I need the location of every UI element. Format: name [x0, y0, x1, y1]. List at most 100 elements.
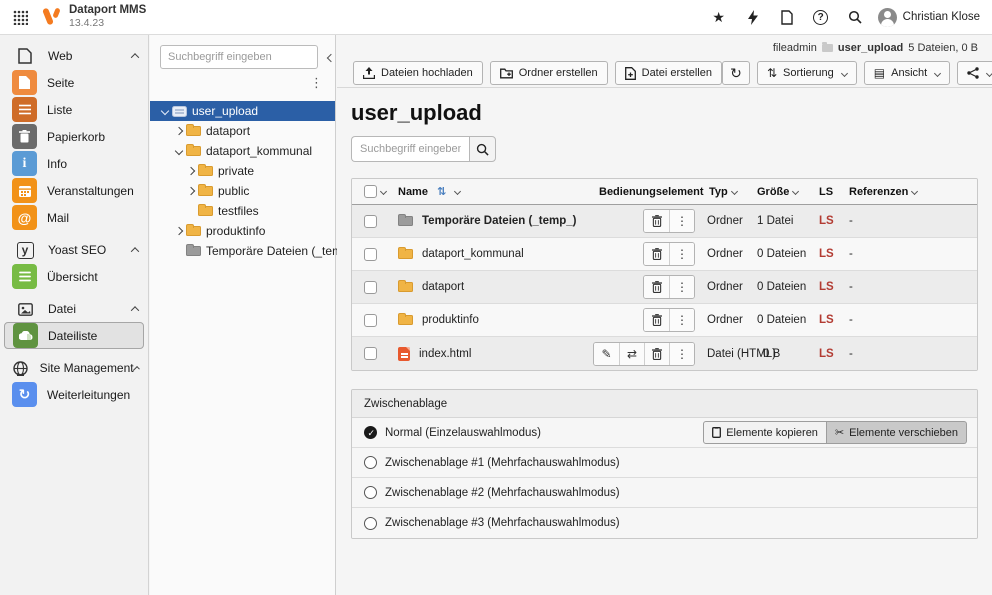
ls-link[interactable]: LS	[819, 248, 849, 260]
ls-link[interactable]: LS	[819, 281, 849, 293]
tree-node-dataport-kommunal[interactable]: dataport_kommunal	[150, 141, 335, 161]
tree-node-public[interactable]: public	[150, 181, 335, 201]
collapse-tree-icon[interactable]	[324, 46, 338, 68]
delete-button[interactable]	[644, 309, 669, 331]
refresh-button[interactable]: ↻	[722, 61, 750, 85]
chevron-down-icon[interactable]	[911, 188, 918, 195]
more-options-kebab-icon[interactable]: ⋮	[669, 210, 694, 232]
module-item-liste[interactable]: Liste	[0, 96, 148, 123]
search-icon[interactable]	[840, 3, 870, 31]
table-row[interactable]: index.html ✎ ⇄ ⋮ Datei (HTML) 0 B LS -	[352, 337, 977, 370]
module-section-yoast[interactable]: y Yoast SEO	[0, 237, 148, 263]
tree-node-temp[interactable]: Temporäre Dateien (_temp_)	[150, 241, 335, 261]
file-name[interactable]: dataport_kommunal	[422, 248, 524, 260]
column-header-name[interactable]: Name	[398, 186, 428, 198]
chevron-right-icon[interactable]	[184, 168, 198, 174]
clipboard-mode-normal[interactable]: Normal (Einzelauswahlmodus) Elemente kop…	[352, 418, 977, 448]
row-checkbox[interactable]	[364, 314, 377, 327]
chevron-down-icon[interactable]	[454, 188, 461, 195]
chevron-down-icon[interactable]	[731, 188, 738, 195]
table-row[interactable]: dataport_kommunal ⋮ Ordner 0 Dateien LS …	[352, 238, 977, 271]
ls-link[interactable]: LS	[819, 348, 849, 360]
chevron-down-icon[interactable]	[792, 188, 799, 195]
module-section-datei[interactable]: Datei	[0, 296, 148, 322]
chevron-right-icon[interactable]	[172, 128, 186, 134]
tree-node-produktinfo[interactable]: produktinfo	[150, 221, 335, 241]
module-section-site-management[interactable]: Site Management	[0, 355, 148, 381]
column-header-type[interactable]: Typ	[709, 186, 728, 198]
bookmark-star-icon[interactable]: ★	[704, 3, 734, 31]
more-options-kebab-icon[interactable]: ⋮	[669, 276, 694, 298]
file-name[interactable]: index.html	[419, 348, 471, 360]
chevron-right-icon[interactable]	[184, 188, 198, 194]
tree-menu-kebab-icon[interactable]: ⋮	[310, 75, 323, 91]
ls-link[interactable]: LS	[819, 314, 849, 326]
chevron-down-icon[interactable]	[380, 188, 387, 195]
radio-icon[interactable]	[364, 456, 377, 469]
create-folder-button[interactable]: Ordner erstellen	[490, 61, 608, 85]
module-item-weiterleitungen[interactable]: ↻ Weiterleitungen	[0, 381, 148, 408]
radio-icon[interactable]	[364, 486, 377, 499]
create-file-button[interactable]: Datei erstellen	[615, 61, 722, 85]
row-checkbox[interactable]	[364, 347, 377, 360]
document-icon[interactable]	[772, 3, 802, 31]
module-item-seite[interactable]: Seite	[0, 69, 148, 96]
column-header-refs[interactable]: Referenzen	[849, 186, 908, 198]
delete-button[interactable]	[644, 343, 669, 365]
table-row[interactable]: Temporäre Dateien (_temp_) ⋮ Ordner 1 Da…	[352, 205, 977, 238]
edit-pencil-icon[interactable]: ✎	[594, 343, 619, 365]
file-name[interactable]: dataport	[422, 281, 464, 293]
tree-node-dataport[interactable]: dataport	[150, 121, 335, 141]
ls-link[interactable]: LS	[819, 215, 849, 227]
file-name[interactable]: produktinfo	[422, 314, 479, 326]
module-item-veranstaltungen[interactable]: Veranstaltungen	[0, 177, 148, 204]
column-header-size[interactable]: Größe	[757, 186, 789, 198]
replace-file-icon[interactable]: ⇄	[619, 343, 644, 365]
clipboard-mode-3[interactable]: Zwischenablage #3 (Mehrfachauswahlmodus)	[352, 508, 977, 538]
row-checkbox[interactable]	[364, 281, 377, 294]
row-checkbox[interactable]	[364, 215, 377, 228]
more-options-kebab-icon[interactable]: ⋮	[669, 243, 694, 265]
module-item-info[interactable]: i Info	[0, 150, 148, 177]
file-name[interactable]: Temporäre Dateien (_temp_)	[422, 215, 576, 227]
move-elements-button[interactable]: ✂ Elemente verschieben	[827, 421, 967, 444]
filelist-search-input[interactable]	[351, 136, 469, 162]
more-options-kebab-icon[interactable]: ⋮	[669, 343, 694, 365]
upload-files-button[interactable]: Dateien hochladen	[353, 61, 483, 85]
tree-node-user-upload[interactable]: user_upload	[150, 101, 335, 121]
module-section-web[interactable]: Web	[0, 43, 148, 69]
table-row[interactable]: dataport ⋮ Ordner 0 Dateien LS -	[352, 271, 977, 304]
filelist-search-button[interactable]	[469, 136, 496, 162]
select-all-checkbox[interactable]	[364, 185, 377, 198]
tree-node-testfiles[interactable]: testfiles	[150, 201, 335, 221]
chevron-right-icon[interactable]	[172, 228, 186, 234]
help-icon[interactable]: ?	[806, 3, 836, 31]
delete-button[interactable]	[644, 276, 669, 298]
radio-icon[interactable]	[364, 517, 377, 530]
tree-node-private[interactable]: private	[150, 161, 335, 181]
table-row[interactable]: produktinfo ⋮ Ordner 0 Dateien LS -	[352, 304, 977, 337]
tree-search-input[interactable]	[160, 45, 318, 69]
copy-elements-button[interactable]: Elemente kopieren	[703, 421, 827, 444]
delete-button[interactable]	[644, 210, 669, 232]
clipboard-mode-2[interactable]: Zwischenablage #2 (Mehrfachauswahlmodus)	[352, 478, 977, 508]
brand-logo[interactable]: Dataport MMS 13.4.23	[40, 4, 146, 29]
view-dropdown[interactable]: ▤ Ansicht	[864, 61, 950, 85]
module-item-mail[interactable]: @ Mail	[0, 204, 148, 231]
chevron-down-icon[interactable]	[158, 108, 172, 114]
share-dropdown[interactable]	[957, 61, 992, 85]
user-menu[interactable]: Christian Klose	[874, 8, 980, 27]
delete-button[interactable]	[644, 243, 669, 265]
module-item-papierkorb[interactable]: Papierkorb	[0, 123, 148, 150]
row-checkbox[interactable]	[364, 248, 377, 261]
more-options-kebab-icon[interactable]: ⋮	[669, 309, 694, 331]
module-item-dateiliste[interactable]: Dateiliste	[4, 322, 144, 349]
module-item-uebersicht[interactable]: Übersicht	[0, 263, 148, 290]
clipboard-mode-1[interactable]: Zwischenablage #1 (Mehrfachauswahlmodus)	[352, 448, 977, 478]
radio-checked-icon[interactable]	[364, 426, 377, 439]
flush-cache-bolt-icon[interactable]	[738, 3, 768, 31]
sorting-dropdown[interactable]: ⇅ Sortierung	[757, 61, 857, 85]
app-launcher-grid-icon[interactable]	[0, 10, 40, 25]
references: -	[849, 248, 977, 260]
chevron-down-icon[interactable]	[172, 148, 186, 154]
